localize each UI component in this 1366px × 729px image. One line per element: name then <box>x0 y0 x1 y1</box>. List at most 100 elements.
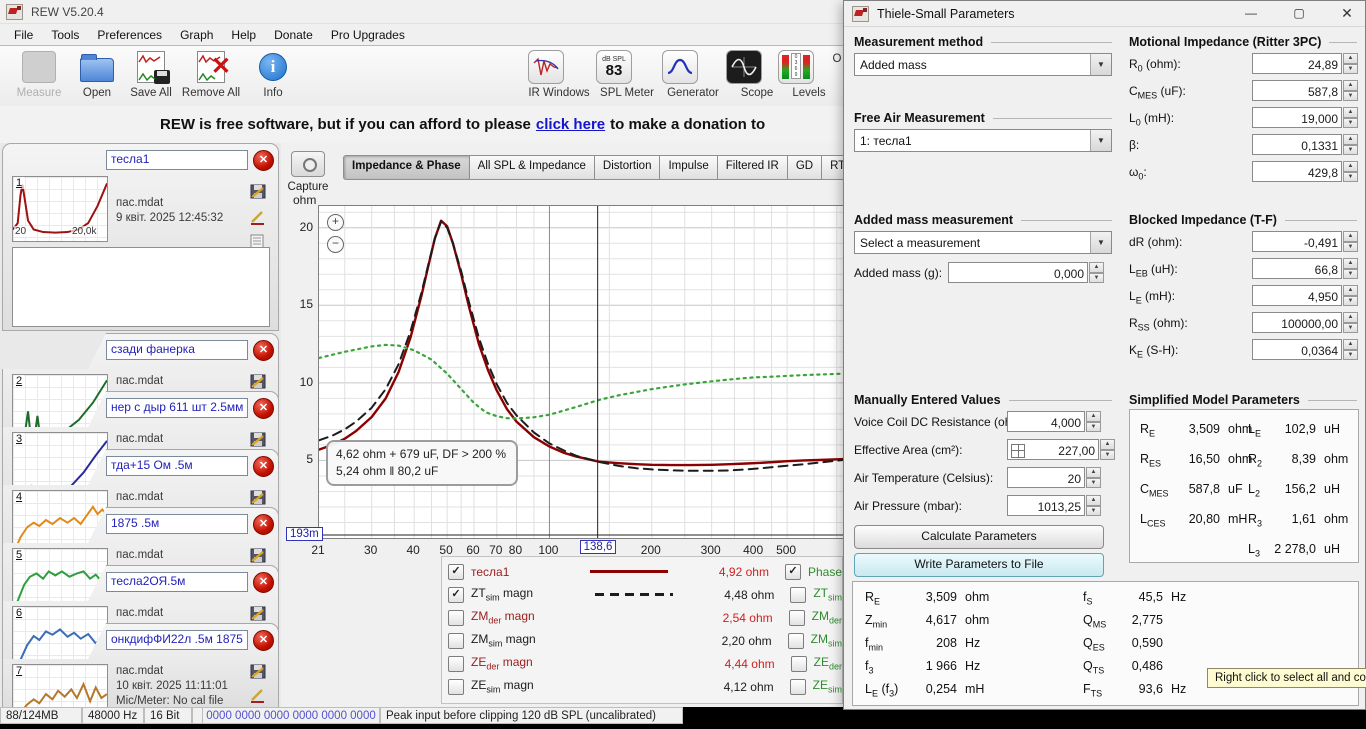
chevron-down-icon[interactable]: ▼ <box>1090 130 1111 151</box>
spinner-buttons[interactable]: ▲ ▼ <box>1343 107 1358 128</box>
spin-down-icon[interactable]: ▼ <box>1343 295 1358 306</box>
legend-checkbox-phase[interactable]: ✓ <box>784 563 801 580</box>
spin-up-icon[interactable]: ▲ <box>1100 439 1115 450</box>
legend-checkbox-phase[interactable] <box>790 655 807 672</box>
spin-up-icon[interactable]: ▲ <box>1343 161 1358 172</box>
delete-measurement-button[interactable]: ✕ <box>253 514 274 535</box>
spin-down-icon[interactable]: ▼ <box>1100 449 1115 460</box>
spin-up-icon[interactable]: ▲ <box>1086 411 1101 422</box>
calculate-parameters-button[interactable]: Calculate Parameters <box>854 525 1104 549</box>
tab-impedance-phase[interactable]: Impedance & Phase <box>343 155 470 180</box>
save-icon[interactable] <box>250 606 268 622</box>
delete-measurement-button[interactable]: ✕ <box>253 572 274 593</box>
legend-checkbox[interactable] <box>448 678 464 695</box>
legend-checkbox-phase[interactable] <box>787 632 804 649</box>
menu-item-tools[interactable]: Tools <box>43 26 87 44</box>
spin-down-icon[interactable]: ▼ <box>1089 272 1104 283</box>
pen-icon[interactable] <box>250 688 268 704</box>
legend-checkbox-phase[interactable] <box>789 678 806 695</box>
spin-down-icon[interactable]: ▼ <box>1343 117 1358 128</box>
measurement-name-input[interactable]: тда+15 Ом .5м <box>106 456 248 476</box>
save-icon[interactable] <box>250 664 268 680</box>
minimize-button[interactable]: — <box>1234 1 1268 26</box>
spin-up-icon[interactable]: ▲ <box>1343 258 1358 269</box>
spinner-buttons[interactable]: ▲ ▼ <box>1343 53 1358 74</box>
menu-item-donate[interactable]: Donate <box>266 26 321 44</box>
legend-checkbox-phase[interactable] <box>790 586 807 603</box>
manual-field-1[interactable]: 227,00 ▲ ▼ <box>1007 439 1115 460</box>
save-icon[interactable] <box>250 490 268 506</box>
spin-down-icon[interactable]: ▼ <box>1086 477 1101 488</box>
measurement-name-input[interactable]: 1875 .5м <box>106 514 248 534</box>
menu-item-pro-upgrades[interactable]: Pro Upgrades <box>323 26 413 44</box>
legend-checkbox[interactable] <box>448 655 464 672</box>
spinner-buttons[interactable]: ▲ ▼ <box>1343 134 1358 155</box>
spinner-buttons[interactable]: ▲ ▼ <box>1343 80 1358 101</box>
motional-field-0[interactable]: 24,89 ▲ ▼ <box>1252 53 1358 74</box>
manual-field-3[interactable]: 1013,25 ▲ ▼ <box>1007 495 1101 516</box>
close-button[interactable]: ✕ <box>1330 1 1364 26</box>
tab-gd[interactable]: GD <box>787 155 823 180</box>
measurement-name-input[interactable]: тесла1 <box>106 150 248 170</box>
save-icon[interactable] <box>250 374 268 390</box>
measurement-name-input[interactable]: сзади фанерка <box>106 340 248 360</box>
spin-up-icon[interactable]: ▲ <box>1343 80 1358 91</box>
spinner-buttons[interactable]: ▲ ▼ <box>1086 411 1101 432</box>
measurement-method-dropdown[interactable]: Added mass ▼ <box>854 53 1112 76</box>
spinner-buttons[interactable]: ▲ ▼ <box>1100 439 1115 460</box>
spin-down-icon[interactable]: ▼ <box>1343 322 1358 333</box>
delete-measurement-button[interactable]: ✕ <box>253 398 274 419</box>
toolbar-open-button[interactable]: Open <box>66 50 128 99</box>
added-mass-dropdown[interactable]: Select a measurement ▼ <box>854 231 1112 254</box>
measurement-name-input[interactable]: нер с дыр 611 шт 2.5мм <box>106 398 248 418</box>
blocked-field-1[interactable]: 66,8 ▲ ▼ <box>1252 258 1358 279</box>
toolbar-remove-all-button[interactable]: ✕ Remove All <box>180 50 242 99</box>
legend-checkbox-phase[interactable] <box>788 609 805 626</box>
write-parameters-button[interactable]: Write Parameters to File <box>854 553 1104 577</box>
save-icon[interactable] <box>250 184 268 200</box>
spinner-buttons[interactable]: ▲ ▼ <box>1089 262 1104 283</box>
save-icon[interactable] <box>250 432 268 448</box>
menu-item-file[interactable]: File <box>6 26 41 44</box>
zoom-in-button[interactable]: + <box>327 214 344 231</box>
spin-down-icon[interactable]: ▼ <box>1343 171 1358 182</box>
blocked-field-4[interactable]: 0,0364 ▲ ▼ <box>1252 339 1358 360</box>
spinner-buttons[interactable]: ▲ ▼ <box>1343 339 1358 360</box>
motional-field-4[interactable]: 429,8 ▲ ▼ <box>1252 161 1358 182</box>
spin-up-icon[interactable]: ▲ <box>1089 262 1104 273</box>
delete-measurement-button[interactable]: ✕ <box>253 150 274 171</box>
motional-field-2[interactable]: 19,000 ▲ ▼ <box>1252 107 1358 128</box>
tab-rt60[interactable]: RT60 <box>822 155 843 180</box>
calculator-grid-icon[interactable] <box>1011 443 1025 458</box>
spin-down-icon[interactable]: ▼ <box>1343 268 1358 279</box>
tab-impulse[interactable]: Impulse <box>660 155 718 180</box>
tab-distortion[interactable]: Distortion <box>594 155 661 180</box>
spin-up-icon[interactable]: ▲ <box>1343 339 1358 350</box>
impedance-plot[interactable]: + − <box>318 205 843 539</box>
toolbar-save-all-button[interactable]: Save All <box>120 50 182 99</box>
maximize-button[interactable]: ▢ <box>1282 1 1316 26</box>
blocked-field-0[interactable]: -0,491 ▲ ▼ <box>1252 231 1358 252</box>
donate-link[interactable]: click here <box>536 116 605 133</box>
spinner-buttons[interactable]: ▲ ▼ <box>1343 285 1358 306</box>
spin-down-icon[interactable]: ▼ <box>1086 421 1101 432</box>
toolbar-generator-button[interactable]: Generator <box>662 50 724 99</box>
motional-field-1[interactable]: 587,8 ▲ ▼ <box>1252 80 1358 101</box>
manual-field-0[interactable]: 4,000 ▲ ▼ <box>1007 411 1101 432</box>
toolbar-ir-windows-button[interactable]: IR Windows <box>528 50 590 99</box>
spin-up-icon[interactable]: ▲ <box>1343 231 1358 242</box>
chevron-down-icon[interactable]: ▼ <box>1090 232 1111 253</box>
chevron-down-icon[interactable]: ▼ <box>1090 54 1111 75</box>
spin-down-icon[interactable]: ▼ <box>1343 349 1358 360</box>
menu-item-graph[interactable]: Graph <box>172 26 221 44</box>
measurement-card-1[interactable]: тесла1 ✕ 1 20 20,0k пас.mdat 9 квіт. 2025 12:4… <box>2 143 279 331</box>
added-mass-field[interactable]: 0,000 ▲ ▼ <box>948 262 1104 283</box>
blocked-field-3[interactable]: 100000,00 ▲ ▼ <box>1252 312 1358 333</box>
motional-field-3[interactable]: 0,1331 ▲ ▼ <box>1252 134 1358 155</box>
spin-up-icon[interactable]: ▲ <box>1343 312 1358 323</box>
tab-all-spl-impedance[interactable]: All SPL & Impedance <box>469 155 595 180</box>
spinner-buttons[interactable]: ▲ ▼ <box>1086 467 1101 488</box>
pen-icon[interactable] <box>250 210 268 226</box>
measurement-name-input[interactable]: тесла2ОЯ.5м <box>106 572 248 592</box>
spinner-buttons[interactable]: ▲ ▼ <box>1343 161 1358 182</box>
